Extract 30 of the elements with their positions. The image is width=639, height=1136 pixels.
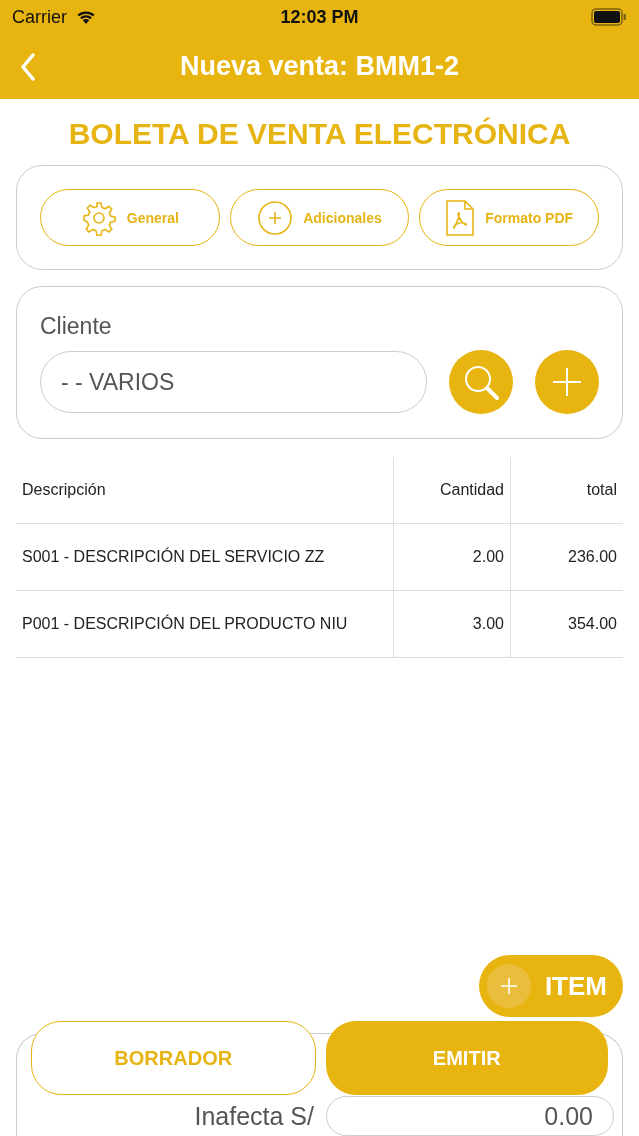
battery-icon: [591, 8, 627, 26]
option-button[interactable]: General: [40, 189, 220, 246]
total-field[interactable]: 0.00: [326, 1096, 614, 1136]
carrier-name: Carrier: [12, 6, 67, 28]
column-header: Descripción: [16, 457, 394, 524]
draft-button[interactable]: BORRADOR: [31, 1021, 316, 1095]
status-time: 12:03 PM: [280, 6, 359, 28]
document-heading: BOLETA DE VENTA ELECTRÓNICA: [67, 117, 572, 151]
column-header: total: [510, 457, 623, 524]
back-icon[interactable]: [20, 52, 36, 81]
column-header: Cantidad: [393, 457, 511, 524]
client-field[interactable]: - - VARIOS: [40, 351, 427, 413]
table-cell: 354.00: [510, 590, 623, 658]
plus-icon: [498, 976, 519, 996]
wifi-icon: [75, 9, 97, 25]
emit-button[interactable]: EMITIR: [325, 1021, 608, 1095]
table-cell: 236.00: [510, 523, 623, 591]
add-item-button[interactable]: ITEM: [478, 955, 623, 1017]
option-button[interactable]: Adicionales: [229, 189, 410, 246]
screen-title: Nueva venta: BMM1-2: [179, 51, 460, 82]
table-cell: 3.00: [393, 590, 511, 658]
table-cell: 2.00: [393, 523, 511, 591]
option-button[interactable]: Formato PDF: [419, 189, 599, 246]
table-cell: P001 - DESCRIPCIÓN DEL PRODUCTO NIU: [16, 590, 394, 658]
table-cell: S001 - DESCRIPCIÓN DEL SERVICIO ZZ: [16, 523, 394, 591]
total-label: Inafecta S/: [194, 1101, 314, 1131]
client-label: Cliente: [40, 313, 113, 340]
gear-icon: [80, 199, 117, 236]
pdf-file-icon: [445, 198, 476, 237]
add-icon: [257, 199, 294, 236]
